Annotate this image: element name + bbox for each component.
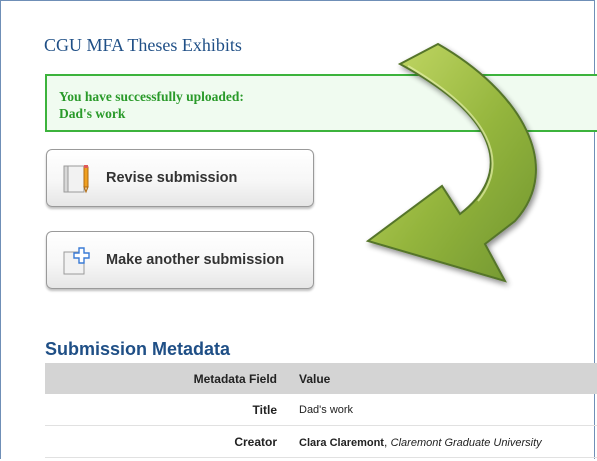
creator-separator: , (383, 434, 391, 449)
table-row: Title Dad's work (45, 394, 597, 426)
notebook-pencil-icon (61, 164, 91, 194)
creator-name: Clara Claremont (299, 436, 384, 449)
document-add-icon (61, 246, 91, 276)
page-title: CGU MFA Theses Exhibits (44, 35, 242, 55)
success-message-line: You have successfully uploaded: (59, 89, 244, 104)
column-header-field: Metadata Field (45, 363, 299, 394)
field-name-creator: Creator (45, 425, 299, 458)
table-row: Creator Clara Claremont, Claremont Gradu… (45, 425, 597, 458)
metadata-table: Metadata Field Value Title Dad's work Cr… (45, 363, 597, 458)
creator-affiliation: Claremont Graduate University (390, 436, 542, 449)
curved-arrow-icon (365, 42, 537, 283)
field-name-title: Title (45, 394, 299, 426)
field-value-title: Dad's work (299, 394, 597, 426)
revise-submission-button[interactable]: Revise submission (46, 149, 314, 207)
submission-metadata-heading: Submission Metadata (45, 339, 231, 359)
table-header-row: Metadata Field Value (45, 363, 597, 394)
column-header-value: Value (299, 363, 597, 394)
uploaded-item-name: Dad's work (59, 106, 126, 121)
field-value-creator: Clara Claremont, Claremont Graduate Univ… (299, 425, 597, 458)
revise-submission-label: Revise submission (106, 170, 238, 186)
make-another-submission-label: Make another submission (106, 252, 285, 268)
make-another-submission-button[interactable]: Make another submission (46, 231, 314, 289)
